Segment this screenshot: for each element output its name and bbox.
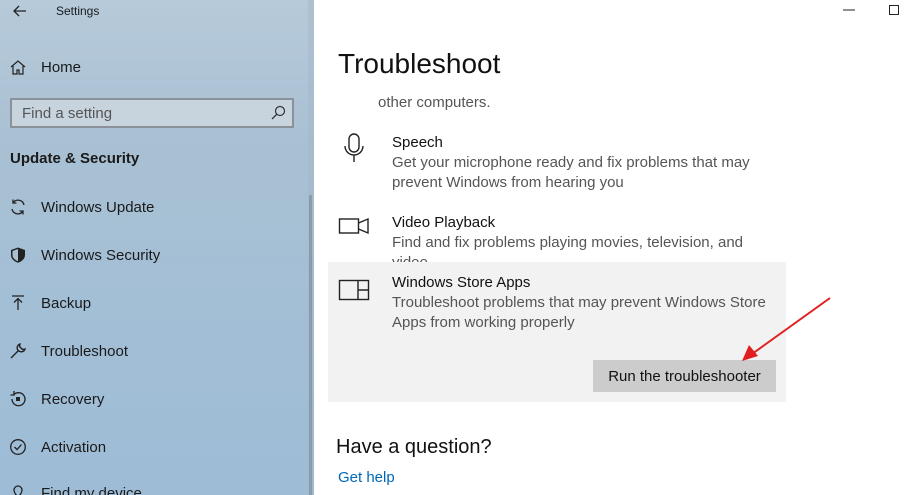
wrench-icon — [9, 342, 27, 360]
item-name: Speech — [392, 134, 443, 151]
search-icon[interactable] — [270, 105, 286, 121]
nav-home-label: Home — [41, 58, 82, 76]
sidebar: Settings Home Find a setting Update & Se… — [0, 0, 314, 495]
item-description: Troubleshoot problems that may prevent W… — [392, 294, 766, 331]
sidebar-item-find-my-device[interactable]: Find my device — [0, 473, 306, 495]
partial-description: other computers. — [378, 94, 491, 111]
find-device-icon — [9, 484, 27, 495]
back-button[interactable] — [10, 1, 30, 21]
nav-home[interactable]: Home — [0, 47, 306, 87]
sidebar-item-recovery[interactable]: Recovery — [0, 379, 306, 419]
sidebar-item-label: Windows Update — [41, 198, 155, 216]
sidebar-item-label: Find my device — [41, 484, 142, 495]
search-input[interactable]: Find a setting — [10, 98, 294, 128]
title-bar: Settings — [0, 0, 314, 22]
sidebar-item-activation[interactable]: Activation — [0, 427, 306, 467]
microphone-icon — [344, 133, 364, 162]
question-heading: Have a question? — [336, 436, 492, 458]
check-circle-icon — [9, 438, 27, 456]
section-heading: Update & Security — [10, 150, 140, 167]
sidebar-item-backup[interactable]: Backup — [0, 283, 306, 323]
sidebar-item-windows-security[interactable]: Windows Security — [0, 235, 306, 275]
sidebar-scrollbar[interactable] — [309, 195, 312, 495]
search-placeholder: Find a setting — [22, 105, 113, 122]
item-name: Windows Store Apps — [392, 274, 531, 291]
sidebar-item-label: Activation — [41, 438, 107, 456]
sidebar-item-troubleshoot[interactable]: Troubleshoot — [0, 331, 306, 371]
sync-icon — [9, 198, 27, 216]
shield-icon — [9, 246, 27, 264]
store-apps-icon — [338, 279, 370, 301]
app-title: Settings — [56, 4, 100, 18]
main-panel: Troubleshoot other computers. Speech Get… — [314, 0, 909, 495]
sidebar-item-label: Troubleshoot — [41, 342, 128, 360]
get-help-link[interactable]: Get help — [338, 469, 395, 486]
recovery-icon — [9, 390, 27, 408]
maximize-icon[interactable] — [884, 2, 904, 18]
back-arrow-icon — [13, 5, 26, 17]
video-camera-icon — [338, 217, 369, 235]
minimize-icon[interactable] — [839, 2, 859, 18]
troubleshooter-speech[interactable]: Speech Get your microphone ready and fix… — [328, 128, 786, 198]
sidebar-item-label: Windows Security — [41, 246, 161, 264]
page-title: Troubleshoot — [338, 48, 501, 79]
sidebar-item-label: Recovery — [41, 390, 105, 408]
annotation-arrow-icon — [742, 297, 831, 361]
sidebar-item-windows-update[interactable]: Windows Update — [0, 187, 306, 227]
sidebar-item-label: Backup — [41, 294, 92, 312]
troubleshooter-video-playback[interactable]: Video Playback Find and fix problems pla… — [328, 208, 786, 271]
home-icon — [9, 58, 27, 76]
item-name: Video Playback — [392, 214, 496, 231]
backup-arrow-icon — [9, 294, 27, 312]
item-description: Get your microphone ready and fix proble… — [392, 154, 750, 191]
